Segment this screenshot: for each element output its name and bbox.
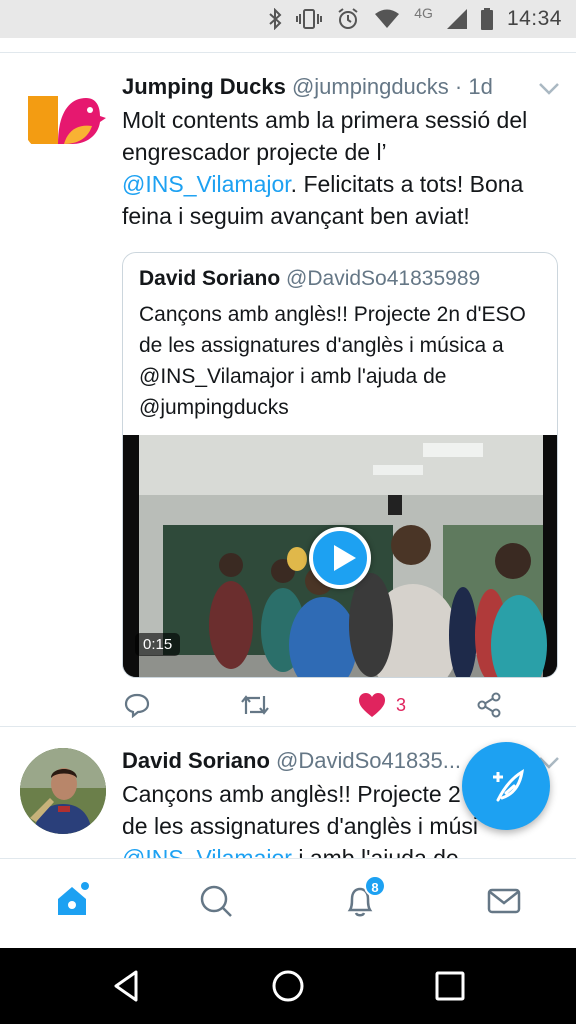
- tab-home[interactable]: [52, 881, 92, 921]
- compose-icon: [493, 769, 525, 802]
- tab-messages[interactable]: [484, 881, 524, 921]
- tweet-actions: 3: [0, 692, 576, 728]
- tweet-header: Jumping Ducks @jumpingducks · 1d: [122, 74, 493, 100]
- jumping-ducks-logo: [20, 72, 106, 158]
- tweet-text-fragment: . Felicitats a tots! Bona: [290, 171, 524, 197]
- quoted-author-name: David Soriano: [139, 267, 281, 290]
- video-duration: 0:15: [135, 633, 181, 656]
- quoted-tweet-text: Cançons amb anglès!! Projecte 2n d'ESO d…: [139, 303, 526, 419]
- mention-link[interactable]: @INS_Vilamajor: [122, 845, 292, 858]
- system-navigation-bar: [0, 948, 576, 1024]
- wifi-icon: [375, 9, 400, 28]
- timeline[interactable]: Jumping Ducks @jumpingducks · 1d Molt co…: [0, 38, 576, 858]
- recents-icon[interactable]: [432, 968, 468, 1004]
- battery-icon: [480, 8, 493, 30]
- network-type: 4G: [414, 5, 433, 21]
- author-name[interactable]: David Soriano: [122, 748, 270, 773]
- home-icon: [58, 882, 89, 915]
- tweet-text-fragment: i amb l'ajuda de: [291, 845, 459, 858]
- search-icon: [200, 885, 232, 917]
- tab-search[interactable]: [196, 881, 236, 921]
- quoted-author-handle: @DavidSo41835989: [286, 267, 481, 290]
- avatar-jumping-ducks[interactable]: [20, 72, 106, 158]
- video-player[interactable]: 0:15: [123, 435, 557, 677]
- signal-icon: [446, 9, 467, 29]
- avatar-david-soriano[interactable]: [20, 748, 106, 834]
- like-count: 3: [396, 694, 407, 715]
- author-handle[interactable]: @DavidSo41835...: [276, 748, 461, 773]
- bluetooth-icon: [269, 8, 282, 30]
- heart-icon: [359, 693, 385, 717]
- tab-notifications[interactable]: 8: [340, 875, 386, 921]
- tweet-header: David Soriano @DavidSo41835...: [122, 748, 461, 774]
- author-handle[interactable]: @jumpingducks: [292, 74, 449, 99]
- retweet-icon: [241, 695, 269, 715]
- tweet-text-line: Molt contents amb la primera sessió del: [122, 107, 528, 133]
- like-button[interactable]: 3: [358, 692, 406, 718]
- tweet-text-line: @INS_Vilamajor i amb l'ajuda de: [122, 842, 562, 858]
- tweet-time: · 1d: [454, 74, 493, 99]
- chevron-down-icon[interactable]: [538, 82, 560, 96]
- quoted-tweet-header: David Soriano @DavidSo41835989: [139, 267, 480, 291]
- share-icon: [477, 692, 501, 718]
- tweet[interactable]: Jumping Ducks @jumpingducks · 1d Molt co…: [0, 52, 576, 726]
- reply-button[interactable]: [124, 692, 150, 718]
- quoted-tweet[interactable]: David Soriano @DavidSo41835989 Cançons a…: [122, 252, 558, 678]
- back-icon[interactable]: [108, 968, 144, 1004]
- mention-link[interactable]: @INS_Vilamajor: [122, 171, 291, 197]
- status-time: 14:34: [506, 7, 562, 30]
- tweet-text: Molt contents amb la primera sessió del …: [122, 104, 562, 232]
- profile-photo: [20, 748, 106, 834]
- compose-tweet-button[interactable]: [462, 742, 550, 830]
- messages-icon: [487, 888, 521, 914]
- home-button-icon[interactable]: [270, 968, 306, 1004]
- status-bar: 4G 14:34: [0, 0, 576, 38]
- reply-icon: [124, 693, 150, 718]
- tweet-text-line: feina i seguim avançant ben aviat!: [122, 203, 470, 229]
- share-button[interactable]: [476, 692, 502, 718]
- vibrate-icon: [296, 9, 323, 29]
- author-name[interactable]: Jumping Ducks: [122, 74, 286, 99]
- notification-badge: 8: [364, 875, 386, 897]
- alarm-icon: [338, 8, 358, 29]
- retweet-button[interactable]: [240, 692, 270, 718]
- tweet-text-line: @INS_Vilamajor. Felicitats a tots! Bona: [122, 168, 562, 200]
- bottom-navigation: 8: [0, 858, 576, 948]
- play-button[interactable]: [309, 527, 371, 589]
- tweet-text-line: engrescador projecte de l’: [122, 139, 387, 165]
